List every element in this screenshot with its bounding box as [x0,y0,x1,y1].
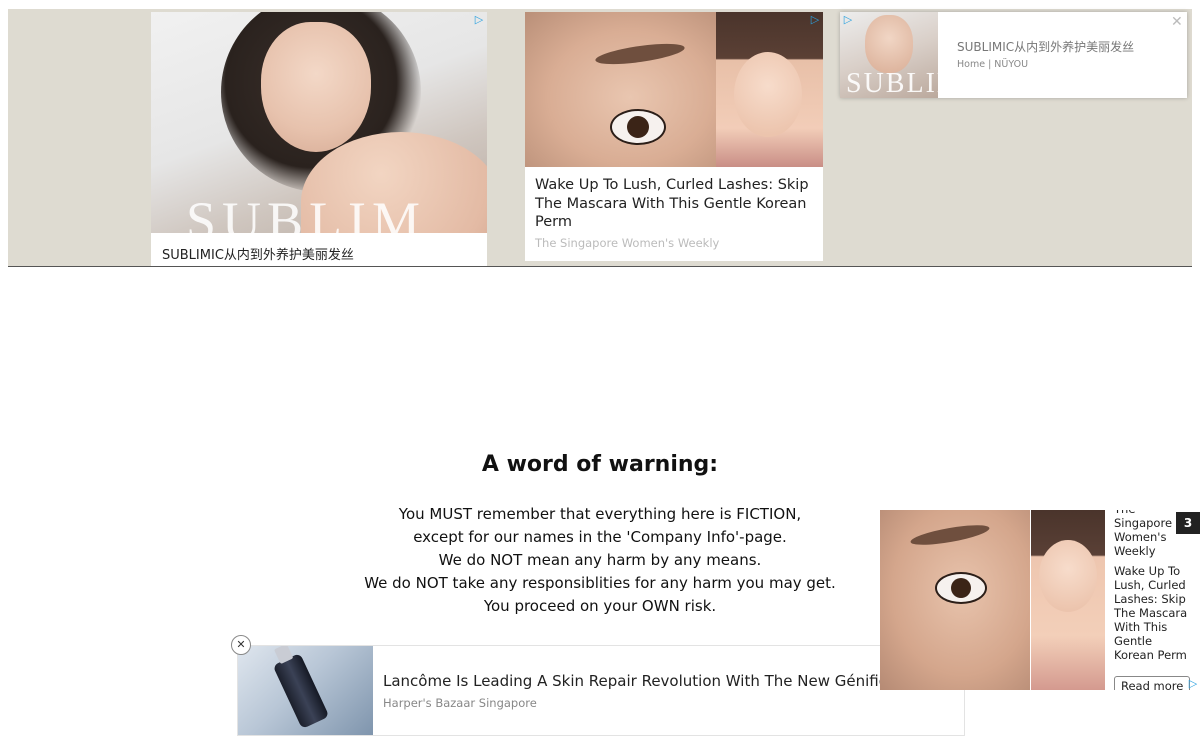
side-floating-ad[interactable]: The Singapore Women's Weekly Wake Up To … [880,510,1200,690]
bottom-sticky-ad[interactable]: Lancôme Is Leading A Skin Repair Revolut… [237,645,965,736]
ad-image[interactable]: SUBLIM [151,12,487,233]
ad-image-portrait[interactable] [716,12,823,167]
ad-source: Home | NÜYOU [957,59,1029,70]
warning-heading: A word of warning: [481,452,719,477]
ad-card-sublimic-small[interactable]: SUBLIM SUBLIMIC从内到外养护美丽发丝 Home | NÜYOU ✕ [840,12,1187,98]
ad-title[interactable]: SUBLIMIC从内到外养护美丽发丝 [957,38,1134,55]
ad-image-eye[interactable] [525,12,716,167]
adchoices-icon[interactable]: ▷ [472,13,486,27]
close-ad-button[interactable]: ✕ [231,635,251,655]
ad-title[interactable]: Wake Up To Lush, Curled Lashes: Skip The… [535,176,815,232]
ad-source: Harper's Bazaar Singapore [383,696,537,710]
ad-count-badge: 3 [1176,512,1200,534]
ad-card-lash-perm[interactable]: Wake Up To Lush, Curled Lashes: Skip The… [525,12,823,261]
ad-thumbnail[interactable] [238,646,373,735]
brand-overlay-text: SUBLIM [186,191,427,233]
ad-title[interactable]: Lancôme Is Leading A Skin Repair Revolut… [383,672,953,690]
close-icon[interactable]: ✕ [1171,14,1183,30]
ad-image-portrait[interactable] [1031,510,1105,690]
adchoices-icon[interactable]: ▷ [1186,677,1200,691]
ad-source: The Singapore Women's Weekly [535,236,720,250]
brand-overlay-text: SUBLIM [846,68,938,98]
adchoices-icon[interactable]: ▷ [808,13,822,27]
ad-title[interactable]: Wake Up To Lush, Curled Lashes: Skip The… [1114,564,1187,662]
read-more-button[interactable]: Read more [1114,676,1191,690]
ad-image-eye[interactable] [880,510,1030,690]
ad-caption[interactable]: SUBLIMIC从内到外养护美丽发丝 [162,244,354,263]
adchoices-icon[interactable]: ▷ [841,13,855,27]
ad-card-sublimic-large[interactable]: SUBLIM SUBLIMIC从内到外养护美丽发丝 [151,12,487,266]
